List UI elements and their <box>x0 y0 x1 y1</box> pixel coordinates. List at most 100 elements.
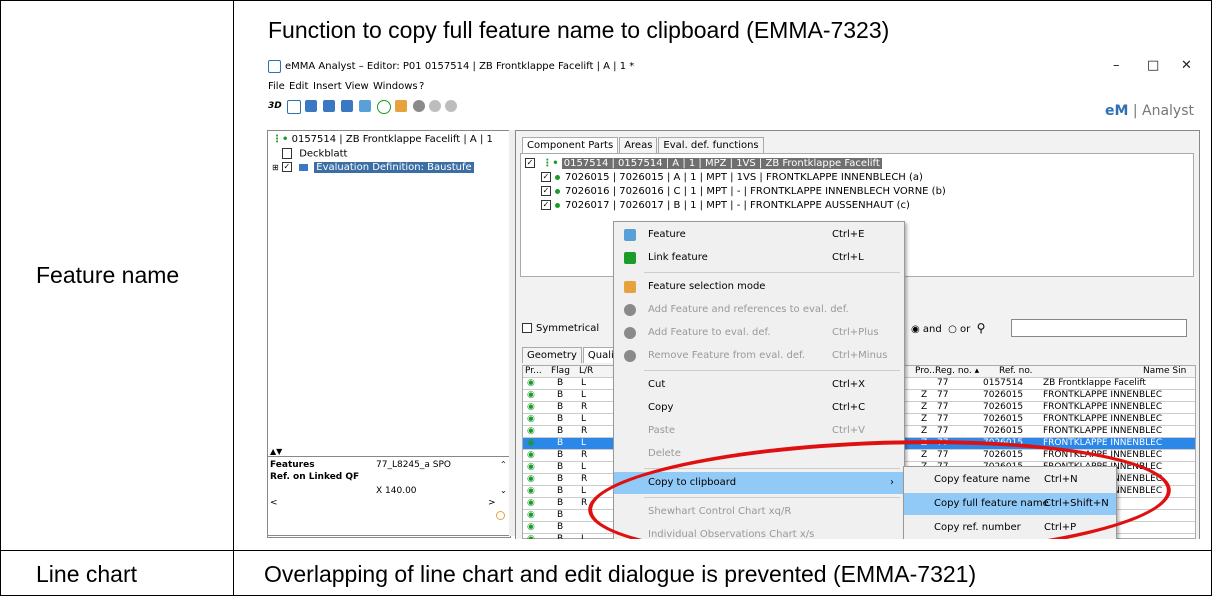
component-item[interactable]: ✓ 7026015 | 7026015 | A | 1 | MPT | 1VS |… <box>541 172 923 183</box>
cell-name: FRONTKLAPPE INNENBLEC <box>1043 438 1163 448</box>
tree-item-deckblatt[interactable]: Deckblatt <box>282 148 347 160</box>
copy-full-feature-name-item[interactable]: Copy full feature name Ctrl+Shift+N <box>904 493 1116 515</box>
context-menu-item-feature-selection-mode[interactable]: Feature selection mode <box>614 276 904 298</box>
and-radio[interactable]: ◉ <box>911 324 920 335</box>
eye-icon: ◉ <box>527 414 535 424</box>
header-lr[interactable]: L/R <box>579 366 599 377</box>
tree-item-evaluation[interactable]: ⊞ ✓ Evaluation Definition: Baustufe <box>272 162 474 173</box>
collapse-arrows-icon[interactable]: ▲▼ <box>270 447 282 456</box>
menu-separator <box>644 370 900 371</box>
header-flag[interactable]: Flag <box>551 366 573 377</box>
menu-item-shortcut: Ctrl+E <box>832 229 865 240</box>
header-ref-no[interactable]: Ref. no. <box>999 366 1059 377</box>
table-border-bottom <box>0 595 1212 596</box>
or-radio[interactable]: ○ <box>948 324 957 335</box>
tab-component-parts[interactable]: Component Parts <box>522 137 619 153</box>
context-menu-item-remove-feature-from-eval-def[interactable]: Remove Feature from eval. def. Ctrl+Minus <box>614 345 904 367</box>
eye-icon: ◉ <box>527 402 535 412</box>
search-icon[interactable] <box>287 100 301 114</box>
eye-icon: ◉ <box>527 498 535 508</box>
component-checkbox[interactable]: ✓ <box>541 186 551 196</box>
menu-item-label: Add Feature to eval. def. <box>648 327 771 338</box>
prop-scroll-up-icon[interactable]: ⌃ <box>500 460 507 469</box>
toolbar-3d-button[interactable]: 3D <box>268 101 282 111</box>
tree-root[interactable]: ⋮• 0157514 | ZB Frontklappe Facelift | A… <box>272 134 493 145</box>
cell-flag: B <box>557 414 564 424</box>
cell-pro: Z <box>921 438 928 448</box>
tab-areas[interactable]: Areas <box>619 137 658 153</box>
cell-flag: B <box>557 450 564 460</box>
copy-feature-name-item[interactable]: Copy feature name Ctrl+N <box>904 469 1116 491</box>
header-reg-no[interactable]: Reg. no. ▴ <box>935 366 987 377</box>
maximize-button[interactable]: □ <box>1147 58 1159 73</box>
component-checkbox[interactable]: ✓ <box>525 158 535 168</box>
context-menu-item-delete[interactable]: Delete <box>614 443 904 465</box>
context-menu-item-paste[interactable]: Paste Ctrl+V <box>614 420 904 442</box>
feature-icon[interactable] <box>359 100 371 112</box>
menu-edit[interactable]: Edit <box>289 81 308 92</box>
menu-item-label: Copy <box>648 402 674 413</box>
add-icon[interactable] <box>413 100 425 112</box>
eye-icon: ◉ <box>527 474 535 484</box>
close-button[interactable]: ✕ <box>1181 58 1192 73</box>
menu-file[interactable]: File <box>268 81 285 92</box>
copy-ref-number-item[interactable]: Copy ref. number Ctrl+P <box>904 517 1116 539</box>
expand-icon[interactable]: ⊞ <box>272 163 279 172</box>
component-checkbox[interactable]: ✓ <box>541 172 551 182</box>
tree-checkbox[interactable]: ✓ <box>281 162 292 172</box>
context-menu-item-add-feature-and-references-to-eval-def[interactable]: Add Feature and references to eval. def. <box>614 299 904 321</box>
save-as-icon[interactable] <box>323 100 335 112</box>
cell-flag: B <box>557 426 564 436</box>
cell-pro: Z <box>921 402 928 412</box>
menu-separator <box>644 497 900 498</box>
menu-insert[interactable]: Insert <box>313 81 342 92</box>
submenu-label: Copy full feature name <box>934 498 1049 509</box>
save-all-icon[interactable] <box>341 100 353 112</box>
component-item[interactable]: ✓ 7026016 | 7026016 | C | 1 | MPT | - | F… <box>541 186 946 197</box>
menu-help[interactable]: ? <box>419 81 424 92</box>
menu-view[interactable]: View <box>345 81 369 92</box>
search-icon[interactable]: ⚲ <box>977 321 986 335</box>
component-item[interactable]: ✓ 7026017 | 7026017 | B | 1 | MPT | - | F… <box>541 200 910 211</box>
context-menu-item-shewhart-control-chart-xq-r[interactable]: Shewhart Control Chart xq/R <box>614 501 904 523</box>
prop-scroll-right-icon[interactable]: > <box>488 498 496 508</box>
menu-windows[interactable]: Windows <box>373 81 418 92</box>
component-root[interactable]: ✓ ⋮• 0157514 | 0157514 | A | 1 | MPZ | 1… <box>525 158 882 169</box>
menu-item-label: Add Feature and references to eval. def. <box>648 304 849 315</box>
prop-search-icon[interactable] <box>496 511 505 520</box>
header-name[interactable]: Name Sin <box>1143 366 1193 377</box>
circle-icon-2[interactable] <box>445 100 457 112</box>
header-pr[interactable]: Pr... <box>525 366 547 377</box>
cell-ref: 7026015 <box>983 414 1024 424</box>
minimize-button[interactable]: – <box>1113 58 1120 73</box>
context-menu-item-copy-to-clipboard[interactable]: Copy to clipboard › <box>614 472 904 494</box>
cell-lr: R <box>581 426 588 436</box>
submenu-shortcut: Ctrl+P <box>1044 522 1077 533</box>
component-tabs: Component Parts Areas Eval. def. functions <box>522 137 765 153</box>
context-menu-item-cut[interactable]: Cut Ctrl+X <box>614 374 904 396</box>
selection-mode-icon[interactable] <box>395 100 407 112</box>
circle-icon[interactable] <box>429 100 441 112</box>
context-menu-item-add-feature-to-eval-def[interactable]: Add Feature to eval. def. Ctrl+Plus <box>614 322 904 344</box>
tab-eval-def-functions[interactable]: Eval. def. functions <box>658 137 764 153</box>
symmetrical-checkbox[interactable] <box>522 323 532 333</box>
title-bar: eMMA Analyst – Editor: P01 0157514 | ZB … <box>263 56 1202 78</box>
context-menu-item-feature[interactable]: Feature Ctrl+E <box>614 224 904 246</box>
cell-reg: 77 <box>937 414 949 424</box>
save-icon[interactable] <box>305 100 317 112</box>
tab-geometry[interactable]: Geometry <box>522 347 582 363</box>
prop-scroll-down-icon[interactable]: ⌄ <box>500 486 507 495</box>
prop-key-features: Features <box>270 460 315 470</box>
link-feature-icon[interactable] <box>377 100 391 114</box>
context-menu-item-link-feature[interactable]: Link feature Ctrl+L <box>614 247 904 269</box>
tree-root-label: 0157514 | ZB Frontklappe Facelift | A | … <box>291 134 493 145</box>
cell-flag: B <box>557 522 564 532</box>
prop-scroll-left-icon[interactable]: < <box>270 498 278 508</box>
cell-name: FRONTKLAPPE INNENBLEC <box>1043 390 1163 400</box>
component-checkbox[interactable]: ✓ <box>541 200 551 210</box>
cell-lr: L <box>581 534 587 539</box>
search-input[interactable] <box>1011 319 1187 337</box>
symmetrical-option[interactable]: Symmetrical <box>522 323 599 334</box>
context-menu-item-individual-observations-chart-x-s[interactable]: Individual Observations Chart x/s <box>614 524 904 539</box>
context-menu-item-copy[interactable]: Copy Ctrl+C <box>614 397 904 419</box>
